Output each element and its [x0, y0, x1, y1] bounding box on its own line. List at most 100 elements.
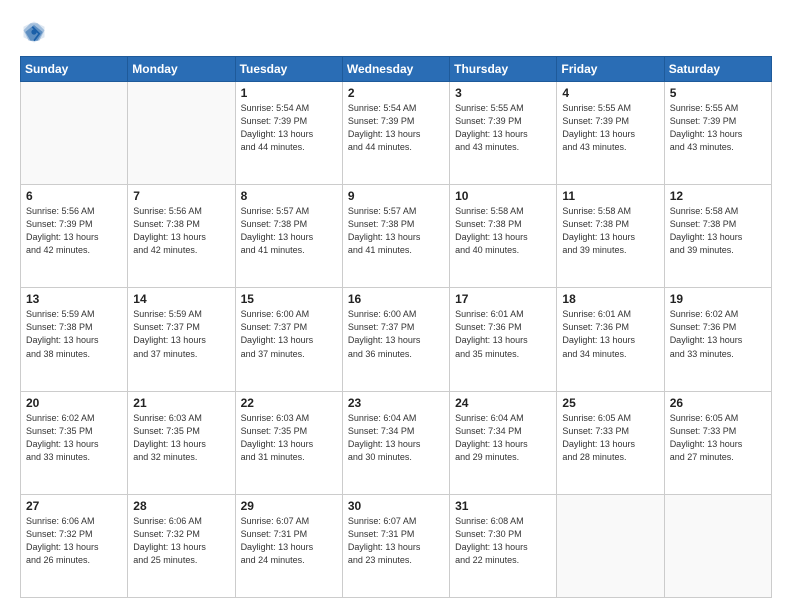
weekday-header-tuesday: Tuesday: [235, 57, 342, 82]
calendar-cell: 28 Sunrise: 6:06 AM Sunset: 7:32 PM Dayli…: [128, 494, 235, 597]
weekday-header-monday: Monday: [128, 57, 235, 82]
day-number: 7: [133, 189, 229, 203]
calendar-cell: 19 Sunrise: 6:02 AM Sunset: 7:36 PM Dayli…: [664, 288, 771, 391]
calendar-cell: 12 Sunrise: 5:58 AM Sunset: 7:38 PM Dayli…: [664, 185, 771, 288]
day-info: Sunrise: 6:00 AM Sunset: 7:37 PM Dayligh…: [241, 308, 337, 360]
day-number: 13: [26, 292, 122, 306]
day-number: 23: [348, 396, 444, 410]
day-number: 20: [26, 396, 122, 410]
calendar-week-row: 1Sunrise: 5:54 AM Sunset: 7:39 PM Daylig…: [21, 82, 772, 185]
calendar-cell: 4Sunrise: 5:55 AM Sunset: 7:39 PM Daylig…: [557, 82, 664, 185]
calendar-cell: [128, 82, 235, 185]
weekday-header-thursday: Thursday: [450, 57, 557, 82]
day-info: Sunrise: 6:03 AM Sunset: 7:35 PM Dayligh…: [241, 412, 337, 464]
day-info: Sunrise: 6:04 AM Sunset: 7:34 PM Dayligh…: [348, 412, 444, 464]
day-number: 30: [348, 499, 444, 513]
day-number: 15: [241, 292, 337, 306]
calendar-cell: 9Sunrise: 5:57 AM Sunset: 7:38 PM Daylig…: [342, 185, 449, 288]
day-info: Sunrise: 5:57 AM Sunset: 7:38 PM Dayligh…: [241, 205, 337, 257]
day-info: Sunrise: 5:58 AM Sunset: 7:38 PM Dayligh…: [562, 205, 658, 257]
day-number: 31: [455, 499, 551, 513]
day-info: Sunrise: 6:07 AM Sunset: 7:31 PM Dayligh…: [241, 515, 337, 567]
day-info: Sunrise: 6:06 AM Sunset: 7:32 PM Dayligh…: [26, 515, 122, 567]
day-number: 27: [26, 499, 122, 513]
calendar-cell: 24 Sunrise: 6:04 AM Sunset: 7:34 PM Dayli…: [450, 391, 557, 494]
calendar-cell: 6 Sunrise: 5:56 AM Sunset: 7:39 PM Daylig…: [21, 185, 128, 288]
weekday-header-saturday: Saturday: [664, 57, 771, 82]
day-number: 5: [670, 86, 766, 100]
day-number: 16: [348, 292, 444, 306]
calendar-cell: 20 Sunrise: 6:02 AM Sunset: 7:35 PM Dayli…: [21, 391, 128, 494]
day-info: Sunrise: 5:56 AM Sunset: 7:38 PM Dayligh…: [133, 205, 229, 257]
day-number: 12: [670, 189, 766, 203]
day-info: Sunrise: 6:02 AM Sunset: 7:35 PM Dayligh…: [26, 412, 122, 464]
calendar-cell: [557, 494, 664, 597]
day-info: Sunrise: 5:55 AM Sunset: 7:39 PM Dayligh…: [455, 102, 551, 154]
calendar-cell: 16 Sunrise: 6:00 AM Sunset: 7:37 PM Dayli…: [342, 288, 449, 391]
calendar-cell: 17Sunrise: 6:01 AM Sunset: 7:36 PM Dayli…: [450, 288, 557, 391]
day-info: Sunrise: 5:56 AM Sunset: 7:39 PM Dayligh…: [26, 205, 122, 257]
day-number: 6: [26, 189, 122, 203]
day-info: Sunrise: 6:01 AM Sunset: 7:36 PM Dayligh…: [562, 308, 658, 360]
page: SundayMondayTuesdayWednesdayThursdayFrid…: [0, 0, 792, 612]
day-info: Sunrise: 6:08 AM Sunset: 7:30 PM Dayligh…: [455, 515, 551, 567]
weekday-header-wednesday: Wednesday: [342, 57, 449, 82]
day-number: 29: [241, 499, 337, 513]
day-info: Sunrise: 5:58 AM Sunset: 7:38 PM Dayligh…: [670, 205, 766, 257]
day-info: Sunrise: 5:55 AM Sunset: 7:39 PM Dayligh…: [670, 102, 766, 154]
calendar-cell: [21, 82, 128, 185]
day-number: 8: [241, 189, 337, 203]
day-info: Sunrise: 5:59 AM Sunset: 7:38 PM Dayligh…: [26, 308, 122, 360]
weekday-header-friday: Friday: [557, 57, 664, 82]
day-info: Sunrise: 5:58 AM Sunset: 7:38 PM Dayligh…: [455, 205, 551, 257]
calendar-cell: 15 Sunrise: 6:00 AM Sunset: 7:37 PM Dayli…: [235, 288, 342, 391]
weekday-header-sunday: Sunday: [21, 57, 128, 82]
calendar-table: SundayMondayTuesdayWednesdayThursdayFrid…: [20, 56, 772, 598]
calendar-cell: 11 Sunrise: 5:58 AM Sunset: 7:38 PM Dayli…: [557, 185, 664, 288]
day-info: Sunrise: 5:57 AM Sunset: 7:38 PM Dayligh…: [348, 205, 444, 257]
calendar-week-row: 20 Sunrise: 6:02 AM Sunset: 7:35 PM Dayli…: [21, 391, 772, 494]
calendar-cell: 2Sunrise: 5:54 AM Sunset: 7:39 PM Daylig…: [342, 82, 449, 185]
calendar-cell: 14 Sunrise: 5:59 AM Sunset: 7:37 PM Dayli…: [128, 288, 235, 391]
day-info: Sunrise: 5:55 AM Sunset: 7:39 PM Dayligh…: [562, 102, 658, 154]
calendar-cell: 7 Sunrise: 5:56 AM Sunset: 7:38 PM Daylig…: [128, 185, 235, 288]
day-number: 24: [455, 396, 551, 410]
day-number: 25: [562, 396, 658, 410]
day-info: Sunrise: 5:59 AM Sunset: 7:37 PM Dayligh…: [133, 308, 229, 360]
calendar-cell: [664, 494, 771, 597]
header: [20, 18, 772, 46]
calendar-cell: 25 Sunrise: 6:05 AM Sunset: 7:33 PM Dayli…: [557, 391, 664, 494]
weekday-header-row: SundayMondayTuesdayWednesdayThursdayFrid…: [21, 57, 772, 82]
day-info: Sunrise: 6:04 AM Sunset: 7:34 PM Dayligh…: [455, 412, 551, 464]
calendar-cell: 13 Sunrise: 5:59 AM Sunset: 7:38 PM Dayli…: [21, 288, 128, 391]
day-number: 19: [670, 292, 766, 306]
calendar-cell: 29 Sunrise: 6:07 AM Sunset: 7:31 PM Dayli…: [235, 494, 342, 597]
day-number: 10: [455, 189, 551, 203]
calendar-cell: 18 Sunrise: 6:01 AM Sunset: 7:36 PM Dayli…: [557, 288, 664, 391]
day-info: Sunrise: 6:05 AM Sunset: 7:33 PM Dayligh…: [562, 412, 658, 464]
day-number: 14: [133, 292, 229, 306]
day-number: 28: [133, 499, 229, 513]
day-number: 26: [670, 396, 766, 410]
day-number: 11: [562, 189, 658, 203]
day-number: 2: [348, 86, 444, 100]
calendar-cell: 1Sunrise: 5:54 AM Sunset: 7:39 PM Daylig…: [235, 82, 342, 185]
day-number: 21: [133, 396, 229, 410]
day-number: 3: [455, 86, 551, 100]
day-info: Sunrise: 6:00 AM Sunset: 7:37 PM Dayligh…: [348, 308, 444, 360]
calendar-cell: 30 Sunrise: 6:07 AM Sunset: 7:31 PM Dayli…: [342, 494, 449, 597]
logo: [20, 18, 52, 46]
day-info: Sunrise: 6:07 AM Sunset: 7:31 PM Dayligh…: [348, 515, 444, 567]
day-number: 18: [562, 292, 658, 306]
day-info: Sunrise: 6:06 AM Sunset: 7:32 PM Dayligh…: [133, 515, 229, 567]
day-info: Sunrise: 6:01 AM Sunset: 7:36 PM Dayligh…: [455, 308, 551, 360]
calendar-cell: 31 Sunrise: 6:08 AM Sunset: 7:30 PM Dayli…: [450, 494, 557, 597]
day-info: Sunrise: 6:02 AM Sunset: 7:36 PM Dayligh…: [670, 308, 766, 360]
logo-icon: [20, 18, 48, 46]
calendar-cell: 8 Sunrise: 5:57 AM Sunset: 7:38 PM Daylig…: [235, 185, 342, 288]
calendar-cell: 5 Sunrise: 5:55 AM Sunset: 7:39 PM Daylig…: [664, 82, 771, 185]
calendar-week-row: 27 Sunrise: 6:06 AM Sunset: 7:32 PM Dayli…: [21, 494, 772, 597]
calendar-cell: 21Sunrise: 6:03 AM Sunset: 7:35 PM Dayli…: [128, 391, 235, 494]
calendar-cell: 26Sunrise: 6:05 AM Sunset: 7:33 PM Dayli…: [664, 391, 771, 494]
calendar-cell: 3 Sunrise: 5:55 AM Sunset: 7:39 PM Daylig…: [450, 82, 557, 185]
